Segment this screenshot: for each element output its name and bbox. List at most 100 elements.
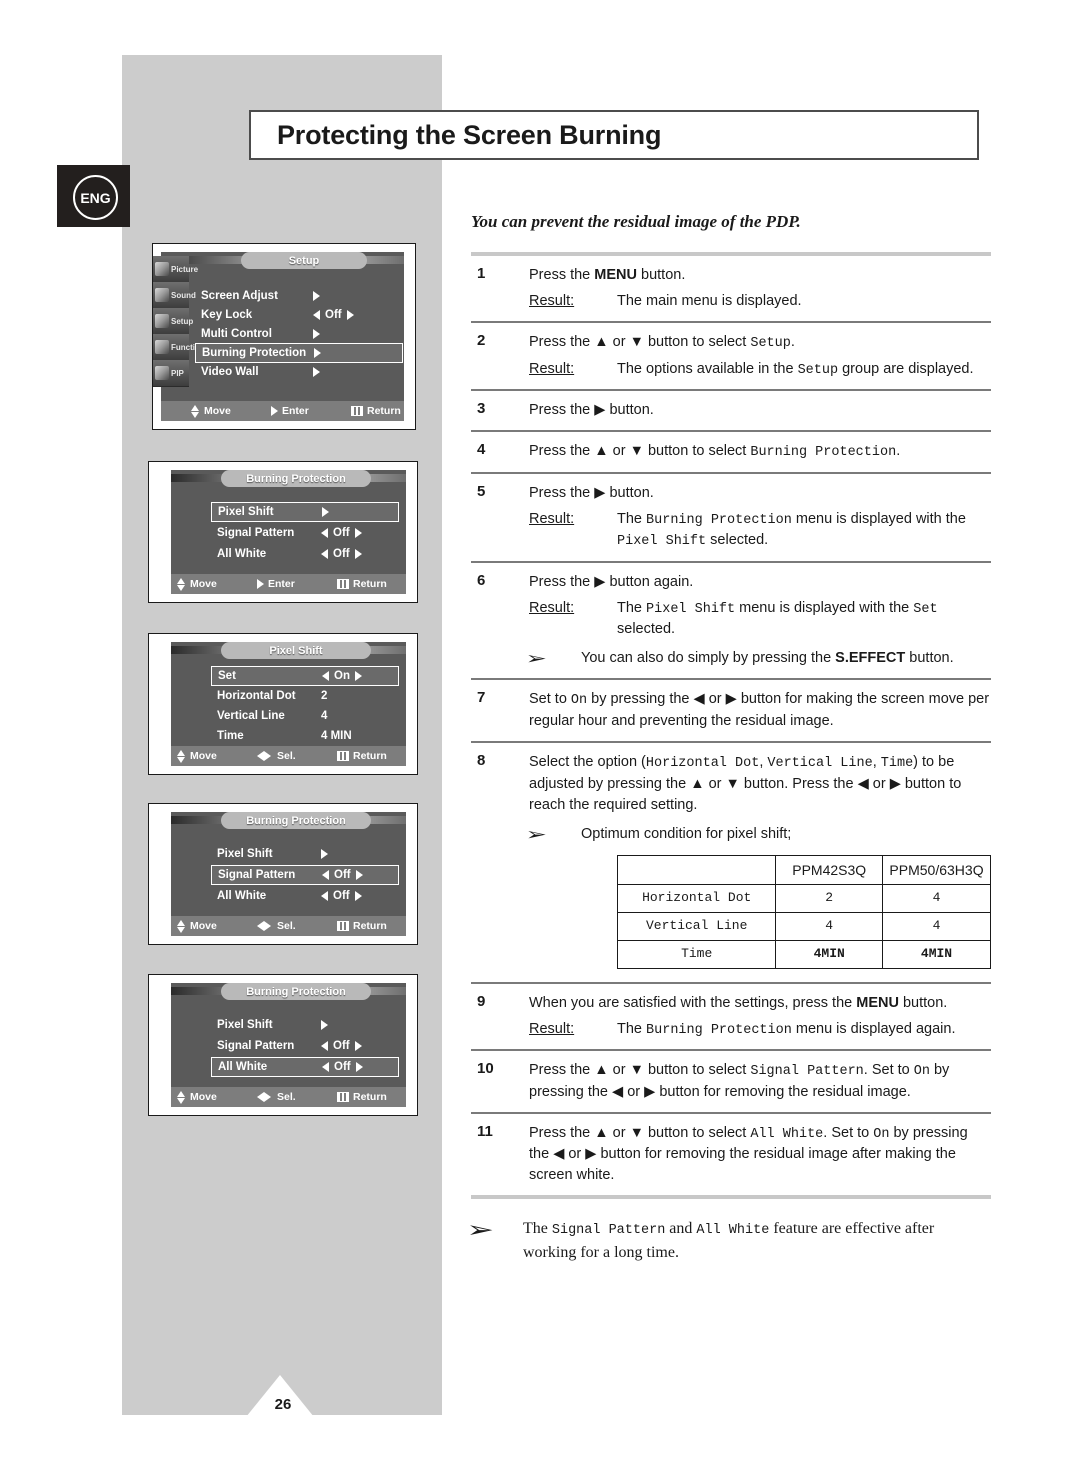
osd-row-control[interactable]: 4 — [321, 710, 327, 722]
table-model-header: PPM50/63H3Q — [883, 855, 991, 884]
osd-row-pixel-shift[interactable]: Pixel Shift — [211, 1015, 399, 1035]
osd-row-control[interactable]: 4 MIN — [321, 730, 352, 742]
osd-screenshot-burning-protection-2: Burning ProtectionPixel ShiftSignal Patt… — [148, 803, 418, 945]
osd-row-control[interactable]: On — [322, 670, 362, 682]
step-body: When you are satisfied with the settings… — [529, 993, 991, 1041]
right-arrow-icon — [356, 1062, 363, 1072]
osd-footer-label: Move — [204, 405, 231, 417]
osd-row-control[interactable]: Off — [321, 1040, 362, 1052]
osd-footer-label: Sel. — [277, 920, 296, 932]
osd-footer: MoveSel.Return — [171, 746, 406, 766]
osd-row-control[interactable]: 2 — [321, 690, 327, 702]
right-arrow-icon — [321, 849, 328, 859]
text-fragment: You can also do simply by pressing the — [581, 650, 835, 666]
osd-footer-label: Move — [190, 920, 217, 932]
text-fragment: Burning Protection — [646, 513, 792, 528]
text-fragment: When you are satisfied with the settings… — [529, 995, 856, 1011]
note-text: You can also do simply by pressing the S… — [581, 648, 991, 669]
osd-sidebar-item-setup[interactable]: Setup — [153, 308, 189, 335]
osd-row-time[interactable]: Time4 MIN — [211, 726, 399, 746]
osd-row-all-white[interactable]: All WhiteOff — [211, 886, 399, 906]
osd-screenshot-burning-protection-3: Burning Protection Pixel ShiftSignal Patt… — [148, 974, 418, 1116]
osd-row-control[interactable] — [322, 507, 329, 517]
osd-footer-label: Sel. — [277, 1091, 296, 1103]
step-body: Press the ▶ button again.Result:The Pixe… — [529, 572, 991, 670]
footer-note-text: The Signal Pattern and All White feature… — [523, 1217, 991, 1264]
text-fragment: button to select — [644, 1125, 750, 1141]
osd-row-control[interactable] — [321, 849, 328, 859]
step-body: Select the option ( Horizontal Dot, Verti… — [529, 752, 991, 972]
osd-row-burning-protection[interactable]: Burning Protection — [195, 343, 403, 363]
table-corner-cell — [618, 855, 776, 884]
osd-row-all-white[interactable]: All WhiteOff — [211, 1057, 399, 1077]
osd-row-control[interactable]: Off — [322, 1061, 363, 1073]
text-fragment: , — [873, 754, 881, 770]
table-cell: 4 — [883, 912, 991, 940]
osd-row-control[interactable] — [313, 329, 320, 339]
text-fragment: Select the option ( — [529, 754, 646, 770]
instruction-step: 1Press the MENU button.Result:The main m… — [471, 256, 991, 321]
table-row-label: Time — [618, 940, 776, 968]
osd-row-label: Multi Control — [201, 328, 272, 340]
page-title-box: Protecting the Screen Burning — [249, 110, 979, 160]
osd-sidebar-item-sound[interactable]: Sound — [153, 282, 189, 309]
step-body: Press the MENU button.Result:The main me… — [529, 265, 991, 312]
function-icon — [155, 340, 169, 354]
table-cell: 4 — [883, 884, 991, 912]
osd-screenshot-setup: SetupPictureSoundSetupFunctionPIPScreen … — [152, 243, 416, 430]
table-row-label: Horizontal Dot — [618, 884, 776, 912]
osd-row-control[interactable]: Off — [321, 548, 362, 560]
step-body: Press the ▲ or ▼ button to select All Wh… — [529, 1123, 991, 1187]
osd-row-value: On — [334, 670, 350, 682]
left-arrow-icon — [321, 549, 328, 559]
osd-sidebar-item-pip[interactable]: PIP — [153, 360, 189, 387]
osd-row-pixel-shift[interactable]: Pixel Shift — [211, 502, 399, 522]
osd-row-signal-pattern[interactable]: Signal PatternOff — [211, 1036, 399, 1056]
text-fragment: menu is displayed with the — [735, 600, 913, 616]
result-text: The Burning Protection menu is displayed… — [617, 509, 991, 552]
osd-row-signal-pattern[interactable]: Signal PatternOff — [211, 865, 399, 885]
text-fragment: All White — [696, 1223, 769, 1238]
instruction-step: 5Press the ▶ button.Result:The Burning P… — [471, 474, 991, 561]
osd-row-control[interactable] — [314, 348, 321, 358]
osd-row-label: Horizontal Dot — [217, 690, 296, 702]
osd-sidebar-item-picture[interactable]: Picture — [153, 256, 189, 283]
osd-row-video-wall[interactable]: Video Wall — [195, 362, 403, 382]
osd-title: Burning Protection — [221, 983, 371, 1000]
step-number: 5 — [471, 483, 529, 552]
osd-row-control[interactable] — [313, 367, 320, 377]
osd-row-vertical-line[interactable]: Vertical Line4 — [211, 706, 399, 726]
osd-row-control[interactable]: Off — [322, 869, 363, 881]
text-fragment: or — [609, 1062, 630, 1078]
osd-row-control[interactable] — [313, 291, 320, 301]
right-arrow-icon — [355, 1041, 362, 1051]
text-fragment: button to select — [644, 1062, 750, 1078]
osd-screenshot-burning-protection-1: Burning ProtectionPixel ShiftSignal Patt… — [148, 461, 418, 603]
text-fragment: selected. — [706, 532, 768, 548]
osd-row-screen-adjust[interactable]: Screen Adjust — [195, 286, 403, 306]
osd-row-pixel-shift[interactable]: Pixel Shift — [211, 844, 399, 864]
osd-row-control[interactable]: Off — [321, 890, 362, 902]
osd-row-signal-pattern[interactable]: Signal PatternOff — [211, 523, 399, 543]
osd-row-control[interactable]: Off — [321, 527, 362, 539]
osd-row-all-white[interactable]: All WhiteOff — [211, 544, 399, 564]
right-arrow-icon — [347, 310, 354, 320]
left-arrow-icon — [321, 1041, 328, 1051]
table-row: Vertical Line44 — [618, 912, 991, 940]
osd-footer-label: Move — [190, 750, 217, 762]
osd-row-control[interactable] — [321, 1020, 328, 1030]
step-note: ➢You can also do simply by pressing the … — [529, 648, 991, 669]
menu-icon — [351, 406, 363, 416]
osd-row-horizontal-dot[interactable]: Horizontal Dot 2 — [211, 686, 399, 706]
right-arrow-icon — [257, 579, 264, 589]
osd-row-multi-control[interactable]: Multi Control — [195, 324, 403, 344]
osd-footer-move: Move — [177, 578, 217, 591]
step-body: Press the ▲ or ▼ button to select Setup.… — [529, 332, 991, 380]
note-arrow-icon: ➢ — [529, 824, 581, 843]
text-fragment: ▲ — [594, 443, 608, 459]
osd-row-set[interactable]: SetOn — [211, 666, 399, 686]
osd-row-control[interactable]: Off — [313, 309, 354, 321]
table-row: Horizontal Dot24 — [618, 884, 991, 912]
osd-sidebar-item-function[interactable]: Function — [153, 334, 189, 361]
osd-row-key-lock[interactable]: Key LockOff — [195, 305, 403, 325]
